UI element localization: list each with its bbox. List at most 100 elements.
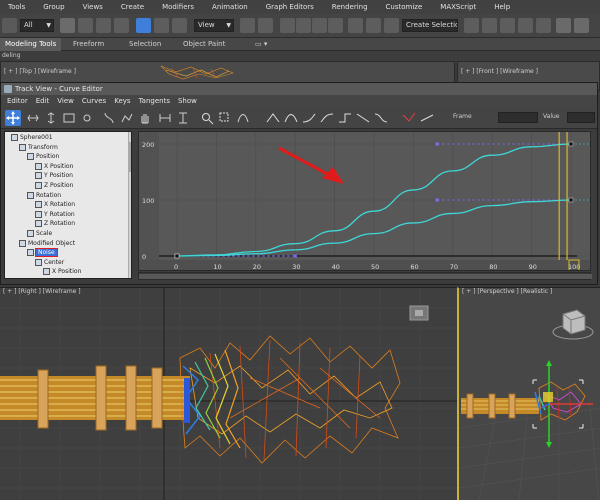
tangent-smooth-icon[interactable] <box>373 110 389 126</box>
zoom-icon[interactable] <box>199 110 215 126</box>
graphite-ribbon-icon[interactable] <box>482 18 497 33</box>
menu-tools[interactable]: Tools <box>8 3 25 11</box>
break-tangents-icon[interactable] <box>401 110 417 126</box>
isolate-curve-icon[interactable] <box>235 110 251 126</box>
tv-menu-tangents[interactable]: Tangents <box>139 97 170 105</box>
tree-item[interactable]: Center <box>35 258 64 267</box>
window-crossing-icon[interactable] <box>114 18 129 33</box>
frame-input[interactable] <box>498 112 538 123</box>
controller-tree[interactable]: Sphere001 Transform Position X Position Y Po… <box>4 131 132 279</box>
spinner-snap-icon[interactable] <box>328 18 343 33</box>
tab-object-paint[interactable]: Object Paint <box>178 38 230 51</box>
reference-coord-dropdown[interactable]: View ▼ <box>194 19 234 32</box>
tangent-auto-icon[interactable] <box>265 110 281 126</box>
front-viewport-label[interactable]: [ + ] [Front ] [Wireframe ] <box>461 68 538 75</box>
tv-menu-view[interactable]: View <box>57 97 74 105</box>
tree-item[interactable]: Rotation <box>27 191 61 200</box>
tree-item[interactable]: Z Position <box>35 181 73 190</box>
track-view-window[interactable]: Track View - Curve Editor Editor Edit View… <box>0 82 598 285</box>
reduce-keys-icon[interactable] <box>119 110 135 126</box>
named-selection-dropdown[interactable]: Create Selection Se <box>402 19 458 32</box>
tree-item[interactable]: Transform <box>19 143 58 152</box>
tree-item[interactable]: Y Rotation <box>35 210 75 219</box>
select-object-icon[interactable] <box>60 18 75 33</box>
material-editor-icon[interactable] <box>536 18 551 33</box>
rectangular-selection-icon[interactable] <box>96 18 111 33</box>
viewcube-icon[interactable] <box>409 305 429 321</box>
select-and-move-icon[interactable] <box>136 18 151 33</box>
tangent-spline-icon[interactable] <box>283 110 299 126</box>
tree-item[interactable]: Scale <box>27 229 52 238</box>
tangent-linear-icon[interactable] <box>355 110 371 126</box>
frame-values-icon[interactable] <box>175 110 191 126</box>
tree-item[interactable]: X Position <box>35 162 73 171</box>
tab-modeling-tools[interactable]: Modeling Tools <box>0 38 62 51</box>
menu-modifiers[interactable]: Modifiers <box>162 3 194 11</box>
add-keys-icon[interactable] <box>79 110 95 126</box>
unify-tangents-icon[interactable] <box>419 110 435 126</box>
ribbon-options-icon[interactable]: ▭ ▾ <box>250 38 272 51</box>
tree-item[interactable]: X Rotation <box>35 200 75 209</box>
value-input[interactable] <box>567 112 595 123</box>
tv-menu-curves[interactable]: Curves <box>82 97 106 105</box>
tree-item[interactable]: Z Rotation <box>35 219 75 228</box>
menu-customize[interactable]: Customize <box>386 3 423 11</box>
tree-item[interactable]: Position <box>27 152 59 161</box>
menu-animation[interactable]: Animation <box>212 3 248 11</box>
select-and-rotate-icon[interactable] <box>154 18 169 33</box>
curve-editor-icon[interactable] <box>500 18 515 33</box>
tree-item[interactable]: Sphere001 <box>11 133 53 142</box>
percent-snap-icon[interactable] <box>312 18 327 33</box>
render-setup-icon[interactable] <box>556 18 571 33</box>
menu-create[interactable]: Create <box>121 3 144 11</box>
track-view-titlebar[interactable]: Track View - Curve Editor <box>1 83 597 95</box>
tree-item[interactable]: X Position <box>43 267 81 276</box>
tree-item[interactable]: Modified Object <box>19 239 75 248</box>
tangent-step-icon[interactable] <box>337 110 353 126</box>
pan-hand-icon[interactable] <box>137 110 153 126</box>
edit-named-selection-icon[interactable] <box>348 18 363 33</box>
zoom-region-icon[interactable] <box>217 110 233 126</box>
frame-horizontal-icon[interactable] <box>157 110 173 126</box>
tv-menu-keys[interactable]: Keys <box>114 97 130 105</box>
tangent-slow-icon[interactable] <box>319 110 335 126</box>
schematic-view-icon[interactable] <box>518 18 533 33</box>
render-frame-icon[interactable] <box>574 18 589 33</box>
angle-snap-icon[interactable] <box>296 18 311 33</box>
mirror-icon[interactable] <box>366 18 381 33</box>
menu-graph-editors[interactable]: Graph Editors <box>266 3 314 11</box>
pivot-center-icon[interactable] <box>240 18 255 33</box>
align-icon[interactable] <box>384 18 399 33</box>
select-by-name-icon[interactable] <box>78 18 93 33</box>
snap-toggle-icon[interactable] <box>280 18 295 33</box>
tv-menu-edit[interactable]: Edit <box>36 97 50 105</box>
draw-curves-icon[interactable] <box>101 110 117 126</box>
tv-menu-editor[interactable]: Editor <box>7 97 28 105</box>
layer-manager-icon[interactable] <box>464 18 479 33</box>
tangent-fast-icon[interactable] <box>301 110 317 126</box>
tree-item[interactable]: Noise <box>27 248 58 258</box>
selection-filter-dropdown[interactable]: All ▼ <box>20 19 54 32</box>
scale-values-icon[interactable] <box>61 110 77 126</box>
tv-menu-show[interactable]: Show <box>178 97 197 105</box>
tree-scroll-thumb[interactable] <box>129 142 131 172</box>
perspective-viewport[interactable]: [ + ] [Perspective ] [Realistic ] <box>457 287 600 500</box>
select-manipulate-icon[interactable] <box>258 18 273 33</box>
move-keys-icon[interactable] <box>5 110 21 126</box>
menu-maxscript[interactable]: MAXScript <box>440 3 476 11</box>
tab-selection[interactable]: Selection <box>124 38 166 51</box>
menu-group[interactable]: Group <box>43 3 64 11</box>
perspective-viewcube-icon[interactable] <box>552 309 594 340</box>
menu-rendering[interactable]: Rendering <box>332 3 368 11</box>
tab-freeform[interactable]: Freeform <box>68 38 109 51</box>
tree-item[interactable]: Y Position <box>35 171 73 180</box>
select-and-scale-icon[interactable] <box>172 18 187 33</box>
curve-graph[interactable]: 200 100 0 0 10 20 30 40 50 60 70 80 90 100 <box>138 131 591 271</box>
scale-keys-icon[interactable] <box>43 110 59 126</box>
tree-scrollbar[interactable] <box>128 132 131 278</box>
slide-keys-icon[interactable] <box>25 110 41 126</box>
menu-help[interactable]: Help <box>494 3 510 11</box>
graph-horizontal-scrollbar[interactable] <box>138 272 592 280</box>
menu-views[interactable]: Views <box>83 3 103 11</box>
graph-scroll-thumb[interactable] <box>139 274 592 279</box>
